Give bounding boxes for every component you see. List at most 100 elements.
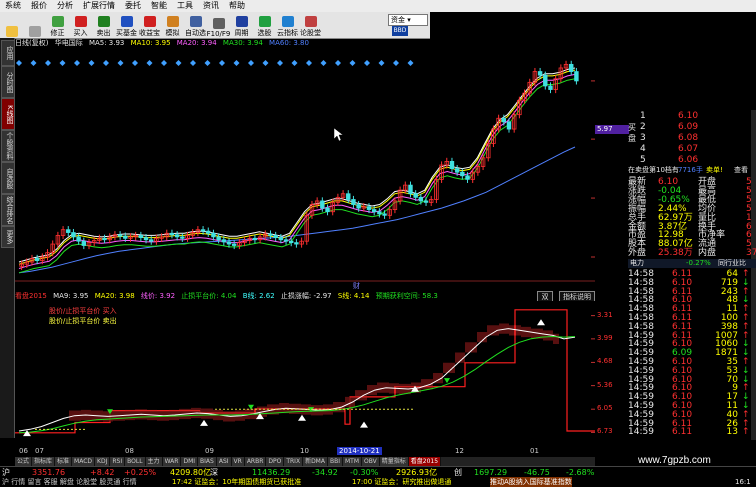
arrow-down-icon: ↓ — [742, 401, 750, 411]
left-tab-5[interactable]: 综合排名 — [1, 194, 15, 226]
indicator-tab-1[interactable]: 指标库 — [32, 457, 56, 466]
book-level: 4 — [640, 144, 646, 154]
quote-label: 涨跌 — [628, 185, 647, 196]
candle — [454, 168, 460, 173]
menu-item-8[interactable]: 帮助 — [224, 0, 250, 12]
indicator-tab-10[interactable]: BIAS — [198, 457, 217, 466]
left-tab-1[interactable]: 分时图 — [1, 66, 15, 98]
left-tab-2[interactable]: K线图 — [1, 98, 15, 130]
indicator-tab-19[interactable]: OBV — [362, 457, 380, 466]
tick-row: 14:59 6.10 9 ↑ — [628, 383, 756, 394]
toolbar-button-8[interactable]: 自动选 — [184, 12, 207, 38]
menu-item-3[interactable]: 扩展行情 — [78, 0, 120, 12]
order-book-row: 5 6.06 — [640, 155, 756, 165]
sector-row[interactable]: 电力 -0.27% 同行业比 — [628, 259, 756, 268]
candle — [273, 235, 278, 238]
indicator-tab-13[interactable]: ARBR — [244, 457, 267, 466]
candle — [216, 236, 221, 241]
tick-row: 14:58 6.11 243 ↑ — [628, 286, 756, 297]
indicator-tab-16[interactable]: 新DMA — [303, 457, 328, 466]
tick-volume: 1007 — [715, 330, 738, 341]
menu-item-6[interactable]: 工具 — [172, 0, 198, 12]
indicator-tab-17[interactable]: BBI — [327, 457, 343, 466]
tick-price: 6.10 — [672, 383, 693, 394]
indicator-tab-8[interactable]: WAR — [162, 457, 182, 466]
toolbar-button-12[interactable]: 云指标 — [276, 12, 299, 38]
quote-label-2: 内盘 — [698, 248, 717, 259]
menu-item-4[interactable]: 委托 — [120, 0, 146, 12]
toolbar-button-4[interactable]: 卖出 — [92, 12, 115, 38]
site-watermark: www.7gpzb.com — [638, 455, 711, 466]
left-tab-6[interactable]: 更多 — [1, 226, 15, 248]
tick-price: 6.11 — [672, 286, 693, 297]
left-tab-0[interactable]: 应用 — [1, 40, 15, 66]
menu-item-1[interactable]: 报价 — [26, 0, 52, 12]
indicator-tab-6[interactable]: BOLL — [125, 457, 146, 466]
order-book: 1 6.10 2 6.09 3 6.08 4 6.07 5 6.06 — [640, 112, 756, 167]
indicator-tab-20[interactable]: 精量指标 — [379, 457, 409, 466]
menu-item-2[interactable]: 分析 — [52, 0, 78, 12]
toolbar-button-6[interactable]: 收益宝 — [138, 12, 161, 38]
toolbar-button-label: 卖出 — [96, 29, 111, 37]
menu-item-7[interactable]: 资讯 — [198, 0, 224, 12]
indicator-tab-14[interactable]: DPO — [266, 457, 285, 466]
toolbar-button-13[interactable]: 论股堂 — [299, 12, 322, 38]
tick-row: 14:59 6.10 17 ↓ — [628, 393, 756, 402]
indicator-tab-18[interactable]: MTM — [342, 457, 363, 466]
indicator-tab-4[interactable]: KDJ — [95, 457, 111, 466]
alert-text-3[interactable]: 查看 — [734, 166, 748, 175]
toolbar-button-5[interactable]: 买基金 — [115, 12, 138, 38]
arrow-up-icon: ↑ — [742, 321, 750, 332]
news-item-3[interactable]: 推动A股纳入国际基准指数 — [490, 477, 572, 487]
indicator-tabs: 公式 指标库 标准 MACD KDJ RSI BOLL 主力 WAR DMI BIAS ASI VR AR… — [15, 457, 595, 466]
indicator-tab-9[interactable]: DMI — [181, 457, 199, 466]
toolbar-button-label: 自动选 — [185, 29, 206, 37]
indicator-tab-12[interactable]: VR — [231, 457, 245, 466]
date-axis: 06 07 08 09 10 2014-10-21 12 01 — [15, 447, 595, 456]
kline-chart[interactable]: 5.975.164.343.52财 — [15, 48, 595, 291]
indicator-legend-0: 股价/止损平台价 买入 — [49, 306, 117, 315]
news-item-2[interactable]: 17:00 证监会：研究推出做退通 — [352, 477, 451, 487]
market-select[interactable]: 资金 ▾ — [388, 14, 428, 26]
tick-time: 14:58 — [628, 286, 654, 297]
indicator-tab-7[interactable]: 主力 — [145, 457, 163, 466]
tick-list[interactable]: 14:58 6.11 64 ↑ 14:58 6.10 719 ↓ 14:58 6.11 243 ↑ 14… — [628, 270, 756, 440]
indicator-tab-11[interactable]: ASI — [216, 457, 232, 466]
menu-item-5[interactable]: 智能 — [146, 0, 172, 12]
toolbar-button-0[interactable] — [0, 12, 23, 38]
toolbar-button-label: 周期 — [234, 29, 249, 37]
indicator-tab-3[interactable]: MACD — [72, 457, 96, 466]
arrow-down-icon: ↓ — [742, 365, 750, 376]
toolbar-button-7[interactable]: 模拟 — [161, 12, 184, 38]
toolbar-button-1[interactable] — [23, 12, 46, 38]
bbd-button[interactable]: BBD — [392, 26, 408, 36]
quote-row: 股本 88.07亿 流通 5 — [628, 240, 756, 249]
tick-row: 14:59 6.11 13 ↑ — [628, 428, 756, 437]
indicator-tab-2[interactable]: 标准 — [55, 457, 73, 466]
arrow-down-icon: ↓ — [742, 277, 750, 288]
indicator-stop-change: 止损涨幅: -2.97 — [280, 292, 332, 300]
indicator-chart[interactable]: 股价/止损平台价 买入股价/止损平台价 卖出 — [15, 301, 595, 447]
cycle-icon — [235, 16, 248, 27]
indicator-tab-0[interactable]: 公式 — [15, 457, 33, 466]
toolbar-button-3[interactable]: 买入 — [69, 12, 92, 38]
news-item-1[interactable]: 17:42 证监会：10年期国债期货已获批准 — [172, 477, 301, 487]
tick-time: 14:59 — [628, 409, 654, 420]
left-tab-3[interactable]: 个股资料 — [1, 130, 15, 162]
toolbar-button-label: 模拟 — [165, 29, 180, 37]
book-level: 5 — [640, 155, 646, 165]
left-tab-4[interactable]: 自选股 — [1, 162, 15, 194]
toolbar-button-9[interactable]: F10/F9 — [207, 12, 230, 38]
quick-links[interactable]: 沪 行情 留言 客服 解盘 论股堂 股灵通 行情 — [2, 477, 137, 487]
candle — [34, 258, 40, 261]
candle — [548, 85, 553, 90]
indicator-tab-5[interactable]: RSI — [110, 457, 126, 466]
candle — [543, 74, 548, 87]
indicator-tab-21[interactable]: 看盘2015 — [408, 457, 442, 466]
menu-item-0[interactable]: 系统 — [0, 0, 26, 12]
toolbar-button-11[interactable]: 选股 — [253, 12, 276, 38]
indicator-tab-15[interactable]: TRIX — [284, 457, 304, 466]
kline-header: 日线(复权) 华电国际 MA5: 3.93 MA10: 3.95 MA20: 3… — [15, 38, 313, 48]
toolbar-button-2[interactable]: 修正 — [46, 12, 69, 38]
toolbar-button-10[interactable]: 周期 — [230, 12, 253, 38]
